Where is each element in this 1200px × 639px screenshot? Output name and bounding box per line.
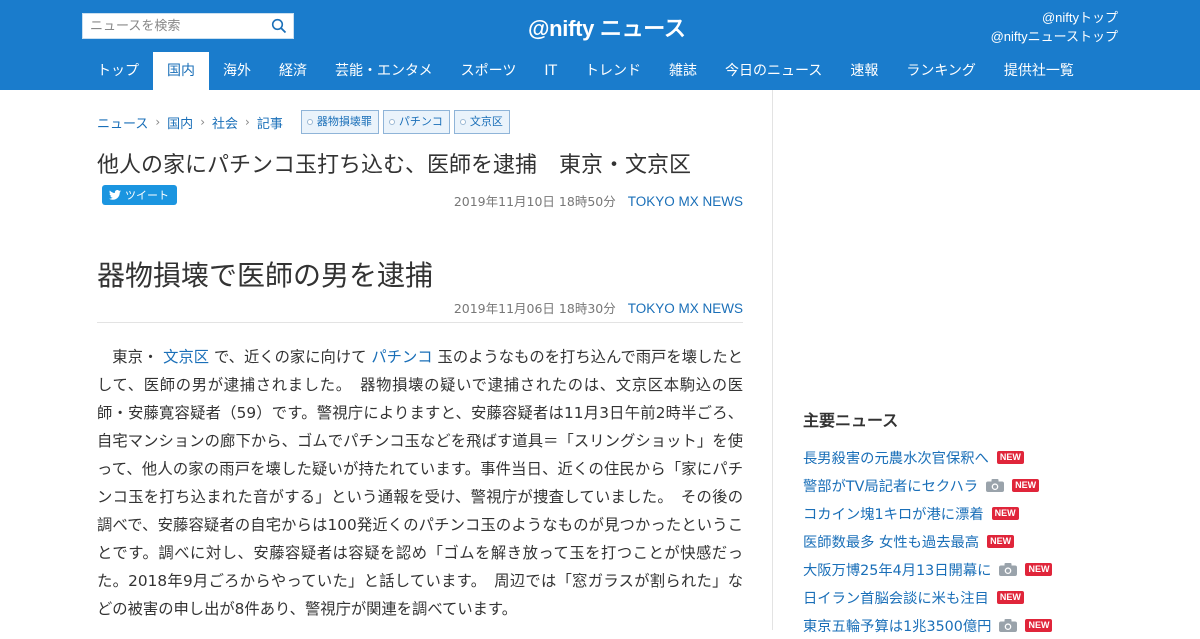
news-item[interactable]: 日イラン首脳会談に米も注目 NEW: [803, 583, 1133, 611]
camera-icon: [999, 562, 1018, 576]
news-item[interactable]: 警部がTV局記者にセクハラ NEW: [803, 471, 1133, 499]
top-news-list: 長男殺害の元農水次官保釈へ NEW 警部がTV局記者にセクハラ NEW コカイン塊1キロ…: [803, 443, 1133, 639]
sidebar-top-news: 主要ニュース 長男殺害の元農水次官保釈へ NEW 警部がTV局記者にセクハラ NEW コ…: [803, 400, 1133, 639]
column-divider: [772, 90, 773, 630]
tag-label: 文京区: [469, 115, 503, 128]
nifty-news-logo[interactable]: @nifty ニュース: [528, 11, 686, 43]
nav-tab-8[interactable]: 雑誌: [655, 52, 711, 90]
tag-dot-icon: [459, 119, 466, 125]
new-badge: NEW: [996, 450, 1024, 464]
camera-icon: [986, 478, 1005, 492]
search-icon[interactable]: [271, 18, 287, 34]
nifty-top-link[interactable]: @niftyトップ: [991, 8, 1118, 27]
news-item-title: 日イラン首脳会談に米も注目: [803, 590, 989, 607]
news-item[interactable]: 大阪万博25年4月13日開幕に NEW: [803, 555, 1133, 583]
news-item-title: 医師数最多 女性も過去最高: [803, 534, 980, 551]
news-item[interactable]: 東京五輪予算は1兆3500億円 NEW: [803, 611, 1133, 639]
nav-tab-4[interactable]: 芸能・エンタメ: [321, 52, 447, 90]
tag-label: 器物損壊罪: [316, 115, 372, 128]
keyword-link-pachinko[interactable]: パチンコ: [371, 348, 432, 366]
tweet-button[interactable]: ツイート: [102, 185, 177, 205]
nav-tab-0[interactable]: トップ: [83, 52, 153, 90]
breadcrumb-news[interactable]: ニュース: [97, 113, 148, 132]
nav-tab-7[interactable]: トレンド: [571, 52, 655, 90]
headline-meta: 2019年11月06日 18時30分 TOKYO MX NEWS: [454, 298, 743, 317]
new-badge: NEW: [996, 590, 1024, 604]
tag-pachinko[interactable]: パチンコ: [382, 110, 450, 134]
nav-tab-2[interactable]: 海外: [209, 52, 265, 90]
news-item[interactable]: コカイン塊1キロが港に漂着 NEW: [803, 499, 1133, 527]
news-item-title: 東京五輪予算は1兆3500億円: [803, 618, 992, 635]
nav-tab-9[interactable]: 今日のニュース: [711, 52, 836, 90]
source-link[interactable]: TOKYO MX NEWS: [628, 301, 743, 316]
nav-tab-10[interactable]: 速報: [836, 52, 892, 90]
source-link[interactable]: TOKYO MX NEWS: [628, 194, 743, 209]
nav-tab-6[interactable]: IT: [530, 52, 571, 90]
tag-bunkyo[interactable]: 文京区: [453, 110, 510, 134]
nav-tab-5[interactable]: スポーツ: [447, 52, 531, 90]
tag-list: 器物損壊罪 パチンコ 文京区: [297, 110, 510, 134]
tag-dot-icon: [306, 119, 313, 125]
nav-tab-3[interactable]: 経済: [265, 52, 321, 90]
news-item[interactable]: 長男殺害の元農水次官保釈へ NEW: [803, 443, 1133, 471]
twitter-bird-icon: [109, 190, 121, 200]
body-text-mid: で、近くの家に向けて: [213, 348, 367, 366]
site-header: @nifty ニュース @niftyトップ @niftyニューストップ トップ国…: [0, 0, 1200, 90]
top-links: @niftyトップ @niftyニューストップ: [991, 8, 1118, 46]
article-meta: 2019年11月10日 18時50分 TOKYO MX NEWS: [454, 191, 743, 210]
news-item-title: コカイン塊1キロが港に漂着: [803, 506, 984, 523]
body-text-rest: 玉のようなものを打ち込んで雨戸を壊したとして、医師の男が逮捕されました。 器物損…: [97, 348, 743, 618]
news-item[interactable]: 医師数最多 女性も過去最高 NEW: [803, 527, 1133, 555]
chevron-right-icon: ›: [200, 115, 205, 129]
publish-date: 2019年11月06日 18時30分: [453, 301, 616, 316]
tag-dot-icon: [388, 119, 395, 125]
news-item-title: 長男殺害の元農水次官保釈へ: [803, 450, 989, 467]
news-item-title: 大阪万博25年4月13日開幕に: [803, 562, 992, 579]
breadcrumb-domestic[interactable]: 国内: [167, 113, 193, 132]
chevron-right-icon: ›: [155, 115, 161, 129]
new-badge: NEW: [1012, 478, 1040, 492]
tweet-label: ツイート: [125, 189, 169, 202]
body-text-start: 東京・: [97, 348, 159, 366]
tag-label: パチンコ: [398, 115, 443, 128]
news-item-title: 警部がTV局記者にセクハラ: [803, 478, 979, 495]
breadcrumb-article[interactable]: 記事: [257, 113, 283, 132]
nifty-news-top-link[interactable]: @niftyニューストップ: [991, 27, 1118, 46]
new-badge: NEW: [1025, 562, 1053, 576]
keyword-link-bunkyo[interactable]: 文京区: [163, 348, 209, 366]
new-badge: NEW: [991, 506, 1019, 520]
tag-property-damage[interactable]: 器物損壊罪: [300, 110, 379, 134]
breadcrumb: ニュース › 国内 › 社会 › 記事 器物損壊罪 パチンコ 文京区: [97, 110, 510, 134]
search-box: [82, 13, 294, 39]
category-nav: トップ 国内 海外 経済 芸能・エンタメ スポーツ IT トレンド 雑誌 今日のニュース 速報 ランキ…: [83, 52, 1088, 90]
divider: [97, 322, 743, 323]
search-input[interactable]: [83, 14, 263, 38]
article-title: 他人の家にパチンコ玉打ち込む、医師を逮捕 東京・文京区: [97, 153, 692, 178]
top-news-title: 主要ニュース: [803, 411, 899, 430]
article-headline: 器物損壊で医師の男を逮捕: [97, 259, 434, 292]
article-body: 東京・ 文京区 で、近くの家に向けて パチンコ 玉のようなものを打ち込んで雨戸を…: [97, 343, 743, 623]
new-badge: NEW: [987, 534, 1015, 548]
nav-tab-12[interactable]: 提供社一覧: [990, 52, 1088, 90]
chevron-right-icon: ›: [245, 115, 250, 129]
publish-date: 2019年11月10日 18時50分: [453, 194, 616, 209]
breadcrumb-society[interactable]: 社会: [212, 113, 238, 132]
nav-tab-1[interactable]: 国内: [153, 52, 209, 90]
nav-tab-11[interactable]: ランキング: [892, 52, 990, 90]
